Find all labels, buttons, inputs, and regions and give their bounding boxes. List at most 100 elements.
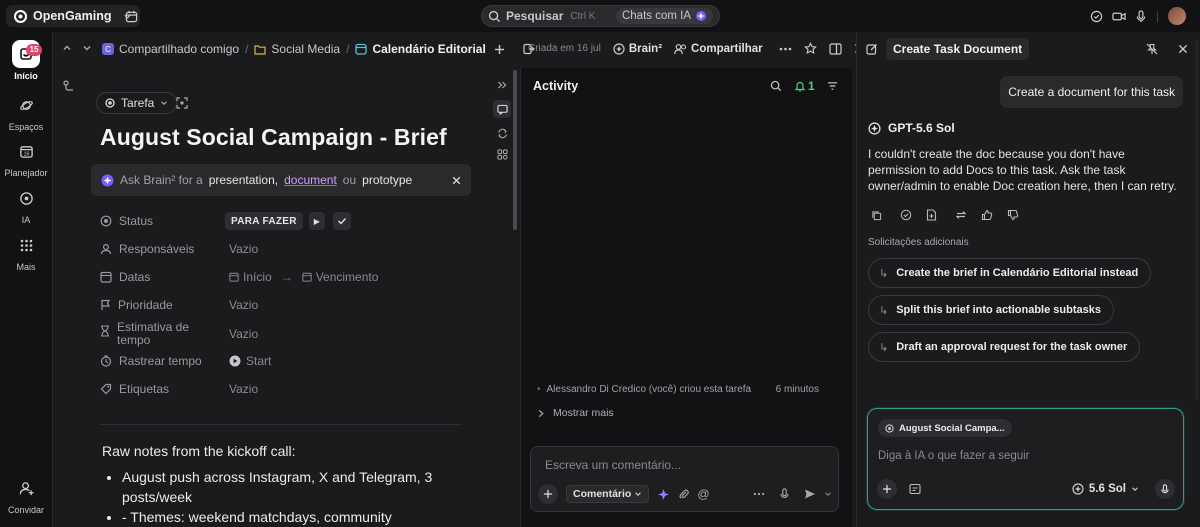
assistant-header: GPT-5.6 Sol [868,121,955,135]
edit-icon[interactable] [866,43,878,55]
separator-icon: | [1155,9,1159,23]
model-selector[interactable]: 5.6 Sol [1072,483,1139,495]
start-timer-button[interactable]: Start [229,354,271,368]
scrollbar[interactable] [513,70,517,230]
sync-icon[interactable] [497,128,508,139]
task-check-icon[interactable] [1090,10,1103,23]
scrollbar[interactable] [1196,40,1198,400]
task-type-selector[interactable]: Tarefa [96,92,178,114]
task-title[interactable]: August Social Campaign - Brief [100,124,447,151]
ask-brain-bar[interactable]: Ask Brain² for a presentation, document … [91,164,471,196]
voice-input-button[interactable] [1155,479,1175,499]
suggestion-chip[interactable]: ↳ Split this brief into actionable subtas… [868,295,1114,325]
search-shortcut: Ctrl K [570,10,596,22]
task-description[interactable]: Raw notes from the kickoff call: August … [102,441,452,527]
field-priority[interactable]: Prioridade Vazio [100,292,470,318]
task-header-actions: Criada em 16 jul Brain² Compartilhar [528,42,865,55]
calendar-icon[interactable] [120,6,142,26]
ai-panel-header: Create Task Document [866,37,1188,61]
scan-icon[interactable] [176,97,188,109]
regenerate-icon[interactable] [955,209,967,221]
field-tags[interactable]: Etiquetas Vazio [100,376,470,402]
thumbs-up-icon[interactable] [981,209,993,221]
paperclip-icon[interactable] [678,488,690,500]
close-icon[interactable] [452,176,461,185]
global-search[interactable]: Pesquisar Ctrl K Chats com IA [481,5,720,27]
show-more-button[interactable]: Mostrar mais [537,407,614,419]
notifications-button[interactable]: 1 [794,79,815,93]
field-value: Vazio [229,327,259,341]
breadcrumb-item-list[interactable]: Calendário Editorial [355,42,486,56]
search-icon[interactable] [770,80,782,92]
chevron-up-icon[interactable] [62,43,72,53]
activity-icon[interactable] [493,100,511,118]
task-type-label: Tarefa [121,96,155,110]
collapse-panel-icon[interactable] [497,80,507,90]
send-icon[interactable] [804,488,816,500]
option-document[interactable]: document [284,173,337,187]
plus-icon[interactable] [494,44,505,55]
due-date-button[interactable]: Vencimento [302,270,378,284]
rail-item-ai[interactable]: IA [0,184,52,225]
more-icon[interactable] [753,492,765,496]
add-attachment-button[interactable] [538,484,558,504]
rail-item-spaces[interactable]: Espaços [0,91,52,132]
suggestion-chip[interactable]: ↳ Draft an approval request for the task … [868,332,1141,362]
ai-chats-button[interactable]: Chats com IA [615,8,713,24]
next-status-button[interactable]: ▶ [308,212,325,230]
status-value[interactable]: PARA FAZER [225,212,303,230]
video-icon[interactable] [1112,10,1126,23]
ai-sparkle-icon[interactable] [657,488,670,501]
comment-type-selector[interactable]: Comentário [566,485,650,503]
user-avatar[interactable] [1168,7,1186,25]
option-prototype[interactable]: prototype [362,173,412,187]
star-icon[interactable] [803,42,817,55]
start-date-label: Início [243,270,272,284]
left-rail: Início 15 Espaços 16 Planejador IA Mais … [0,32,52,527]
create-task-icon[interactable] [900,209,912,221]
close-icon[interactable] [1178,44,1188,54]
suggestion-chip[interactable]: ↳ Create the brief in Calendário Editoria… [868,258,1152,288]
ai-chat-title[interactable]: Create Task Document [886,38,1030,60]
rail-label: Espaços [8,122,44,132]
ai-model-icon [1072,483,1084,495]
rail-item-planner[interactable]: 16 Planejador [0,137,52,178]
microphone-icon[interactable] [1135,9,1147,23]
brain-button[interactable]: Brain² [613,43,662,55]
play-icon [229,355,241,367]
complete-button[interactable] [332,212,351,230]
context-chip[interactable]: August Social Campa... [878,419,1012,437]
pin-off-icon[interactable] [1146,43,1158,55]
breadcrumb-item-shared[interactable]: C Compartilhado comigo [102,42,239,56]
rail-item-more[interactable]: Mais [0,231,52,272]
reply-arrow-icon: ↳ [879,267,889,280]
share-button[interactable]: Compartilhar [674,43,763,55]
thumbs-down-icon[interactable] [1007,209,1019,221]
status-icon [100,215,112,227]
more-icon[interactable] [779,47,792,51]
chevron-down-icon[interactable] [824,490,832,498]
comment-input[interactable]: Escreva um comentário... [545,458,681,472]
suggestion-label: Draft an approval request for the task o… [896,341,1128,353]
layout-icon[interactable] [829,42,842,55]
mention-icon[interactable]: @ [697,487,709,501]
attach-context-icon[interactable] [909,483,921,495]
field-dates: Datas Início → Vencimento [100,264,470,290]
microphone-icon[interactable] [779,488,790,500]
field-assignees[interactable]: Responsáveis Vazio [100,236,470,262]
copy-icon[interactable] [871,210,882,221]
option-presentation[interactable]: presentation, [209,173,278,187]
start-date-button[interactable]: Início [229,270,272,284]
chevron-down-icon[interactable] [82,43,92,53]
relationship-icon[interactable] [63,80,75,92]
apps-icon[interactable] [496,149,508,160]
rail-item-home[interactable]: Início 15 [0,40,52,81]
field-time-estimate[interactable]: Estimativa de tempo Vazio [100,320,470,348]
suggestion-label: Create the brief in Calendário Editorial… [896,267,1139,279]
breadcrumb-item-folder[interactable]: Social Media [254,42,340,56]
ai-prompt-input[interactable]: Diga à IA o que fazer a seguir [878,450,1030,462]
create-doc-icon[interactable] [926,209,937,221]
add-button[interactable] [877,479,897,499]
filter-icon[interactable] [827,81,838,91]
rail-item-invite[interactable]: Convidar [0,474,52,515]
